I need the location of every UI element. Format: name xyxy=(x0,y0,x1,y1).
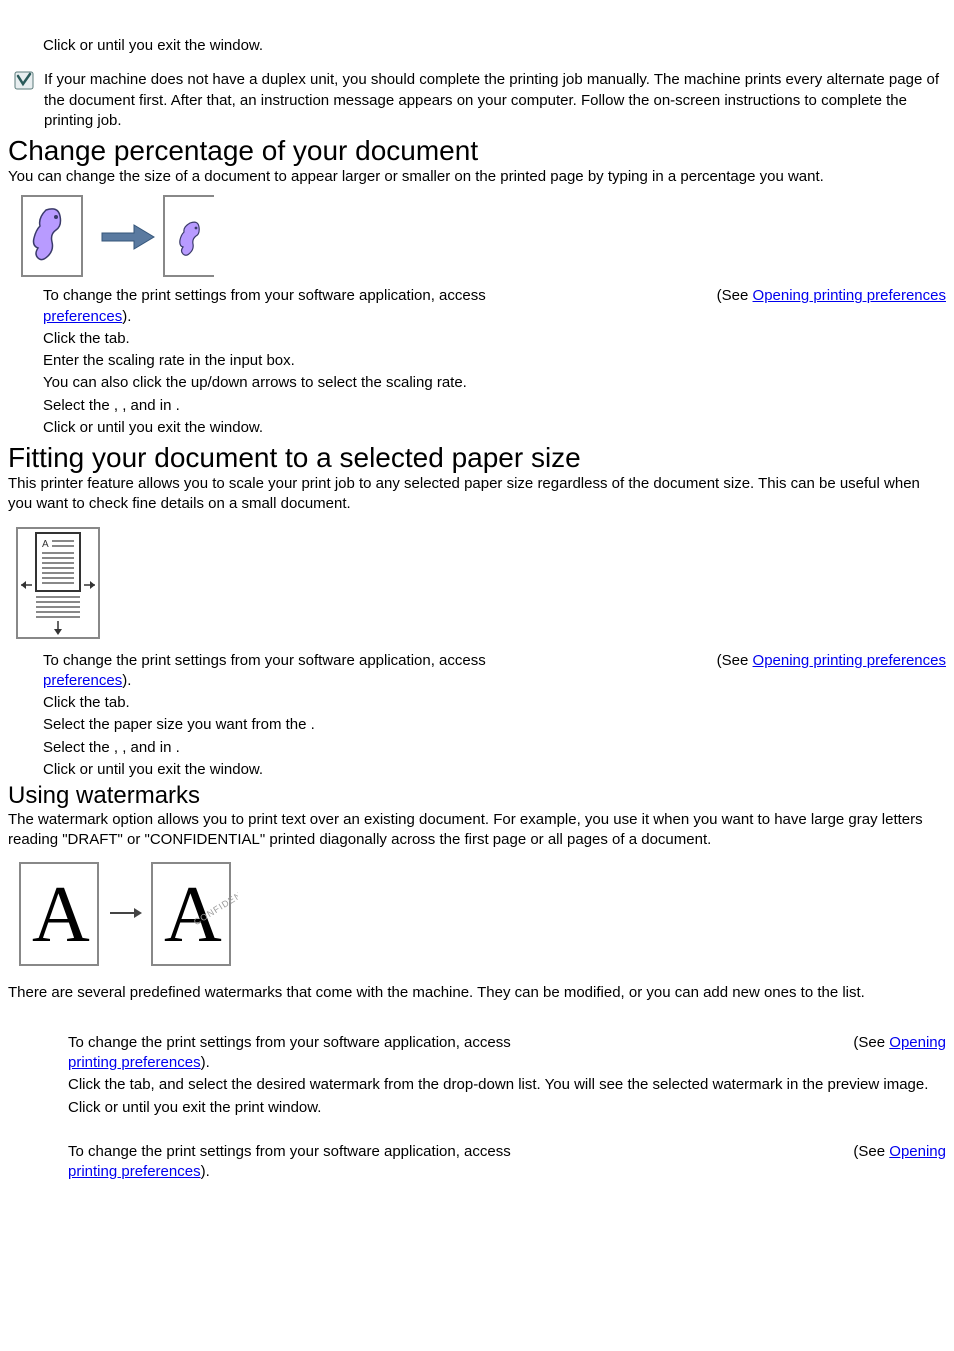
link-opening-preferences[interactable]: Opening printing preferences xyxy=(753,652,946,669)
step-text: Click the tab. xyxy=(43,693,946,713)
see-label: (See xyxy=(717,652,753,669)
link-opening-preferences[interactable]: Opening printing preferences xyxy=(753,287,946,304)
intro-text: The watermark option allows you to print… xyxy=(8,810,946,851)
step-text: Select the , , and in . xyxy=(43,396,946,416)
link-printing-preferences[interactable]: printing preferences xyxy=(68,1163,201,1180)
scale-illustration xyxy=(14,195,214,280)
note-icon xyxy=(14,71,34,90)
intro-text: You can change the size of a document to… xyxy=(8,167,946,187)
step-text: Select the paper size you want from the … xyxy=(43,715,946,735)
step-close: ). xyxy=(122,308,131,325)
see-label: (See xyxy=(717,287,753,304)
step-text: Click or until you exit the window. xyxy=(43,418,946,438)
step-prefix: To change the print settings from your s… xyxy=(43,287,486,304)
step-text: To change the print settings from your s… xyxy=(43,651,946,692)
step-text: You can also click the up/down arrows to… xyxy=(43,373,946,393)
link-preferences-continued[interactable]: preferences xyxy=(43,672,122,689)
note-text: If your machine does not have a duplex u… xyxy=(44,70,946,131)
note-callout: If your machine does not have a duplex u… xyxy=(14,70,946,131)
step-text: To change the print settings from your s… xyxy=(68,1033,946,1074)
step-text: Click or until you exit the window. xyxy=(43,760,946,780)
step-text: Click the tab. xyxy=(43,329,946,349)
svg-text:A: A xyxy=(32,871,90,959)
link-printing-preferences[interactable]: printing preferences xyxy=(68,1054,201,1071)
heading-using-watermarks: Using watermarks xyxy=(8,782,946,810)
intro-text: This printer feature allows you to scale… xyxy=(8,474,946,515)
step-prefix: To change the print settings from your s… xyxy=(68,1034,511,1051)
link-opening[interactable]: Opening xyxy=(889,1034,946,1051)
step-text: Click or until you exit the print window… xyxy=(68,1098,946,1118)
step-text: To change the print settings from your s… xyxy=(43,286,946,327)
step-close: ). xyxy=(201,1163,210,1180)
step-prefix: To change the print settings from your s… xyxy=(68,1143,511,1160)
step-close: ). xyxy=(201,1054,210,1071)
watermark-illustration: A A CONFIDENTIAL xyxy=(14,861,238,967)
heading-change-percentage: Change percentage of your document xyxy=(8,135,946,167)
fit-illustration: A xyxy=(14,525,102,645)
paragraph-text: There are several predefined watermarks … xyxy=(8,983,946,1003)
step-text: Enter the scaling rate in the input box. xyxy=(43,351,946,371)
see-label: (See xyxy=(853,1143,889,1160)
step-prefix: To change the print settings from your s… xyxy=(43,652,486,669)
see-label: (See xyxy=(853,1034,889,1051)
step-close: ). xyxy=(122,672,131,689)
step-text: Click the tab, and select the desired wa… xyxy=(68,1075,946,1095)
svg-text:A: A xyxy=(42,539,49,550)
link-preferences-continued[interactable]: preferences xyxy=(43,308,122,325)
step-text: To change the print settings from your s… xyxy=(68,1142,946,1183)
heading-fitting-document: Fitting your document to a selected pape… xyxy=(8,442,946,474)
step-text: Click or until you exit the window. xyxy=(43,36,946,56)
step-text: Select the , , and in . xyxy=(43,738,946,758)
link-opening[interactable]: Opening xyxy=(889,1143,946,1160)
